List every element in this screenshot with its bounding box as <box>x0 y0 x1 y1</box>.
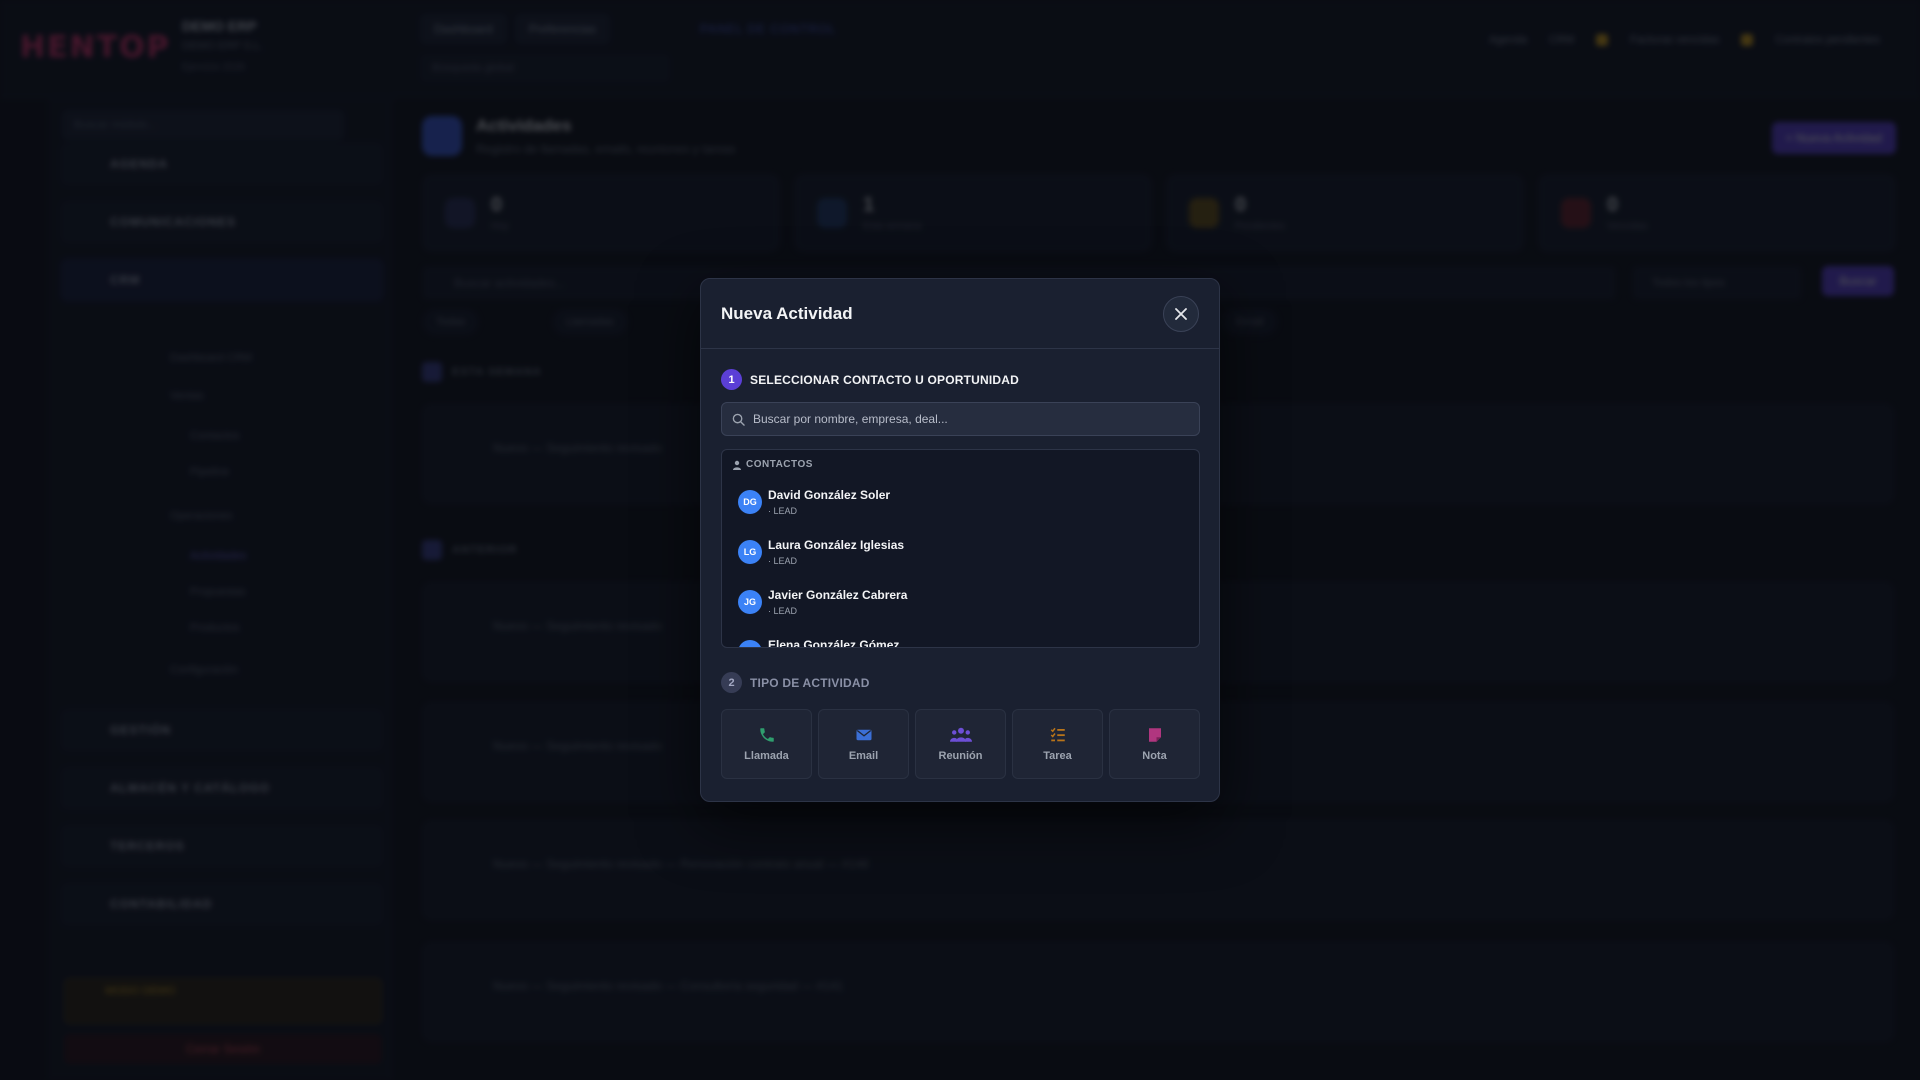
type-reunion-button[interactable]: Reunión <box>915 709 1006 779</box>
contact-item[interactable]: DG David González Soler · LEAD <box>738 482 1178 522</box>
type-label: Llamada <box>744 750 789 762</box>
mail-icon <box>856 729 871 741</box>
step-2-label: TIPO DE ACTIVIDAD <box>750 675 870 690</box>
contact-type: · LEAD <box>768 506 798 516</box>
avatar: EG <box>738 640 762 647</box>
new-activity-modal: Nueva Actividad 1 SELECCIONAR CONTACTO U… <box>700 278 1220 802</box>
contact-name: Elena González Gómez <box>768 638 900 648</box>
search-icon <box>732 413 745 426</box>
contact-type: · LEAD <box>768 606 798 616</box>
step-2: 2 TIPO DE ACTIVIDAD <box>721 672 870 693</box>
contact-item[interactable]: EG Elena González Gómez· LEAD <box>738 632 1178 648</box>
contact-results-list[interactable]: CONTACTOS DG David González Soler · LEAD … <box>721 449 1200 648</box>
contact-type: · LEAD <box>768 556 798 566</box>
contact-search-box[interactable] <box>721 402 1200 436</box>
avatar: JG <box>738 590 762 614</box>
people-icon <box>949 727 972 742</box>
avatar: DG <box>738 490 762 514</box>
person-icon <box>733 460 741 470</box>
contact-item[interactable]: JG Javier González Cabrera · LEAD <box>738 582 1178 622</box>
tasks-icon <box>1050 727 1065 742</box>
type-email-button[interactable]: Email <box>818 709 909 779</box>
close-button[interactable] <box>1163 295 1199 332</box>
type-nota-button[interactable]: Nota <box>1109 709 1200 779</box>
step-1: 1 SELECCIONAR CONTACTO U OPORTUNIDAD <box>721 369 1019 390</box>
step-1-label: SELECCIONAR CONTACTO U OPORTUNIDAD <box>750 372 1020 387</box>
modal-header: Nueva Actividad <box>701 279 1219 349</box>
contacts-header-label: CONTACTOS <box>746 459 813 470</box>
step-2-number: 2 <box>721 672 742 693</box>
type-llamada-button[interactable]: Llamada <box>721 709 812 779</box>
type-tarea-button[interactable]: Tarea <box>1012 709 1103 779</box>
contact-name: Laura González Iglesias <box>768 538 905 552</box>
contact-name: David González Soler <box>768 488 891 502</box>
type-label: Nota <box>1142 750 1167 762</box>
phone-icon <box>759 728 774 742</box>
close-icon <box>1175 307 1187 320</box>
contact-search-input[interactable] <box>753 412 1193 426</box>
step-1-number: 1 <box>721 369 742 390</box>
modal-title: Nueva Actividad <box>721 303 853 323</box>
type-label: Reunión <box>938 750 983 762</box>
contacts-header: CONTACTOS <box>732 459 813 470</box>
activity-type-selector: Llamada Email Reunión Tarea Nota <box>721 709 1200 779</box>
note-icon <box>1148 728 1161 742</box>
contact-item[interactable]: LG Laura González Iglesias · LEAD <box>738 532 1178 572</box>
type-label: Tarea <box>1043 750 1072 762</box>
contact-name: Javier González Cabrera <box>768 588 908 602</box>
type-label: Email <box>848 750 879 762</box>
avatar: LG <box>738 540 762 564</box>
